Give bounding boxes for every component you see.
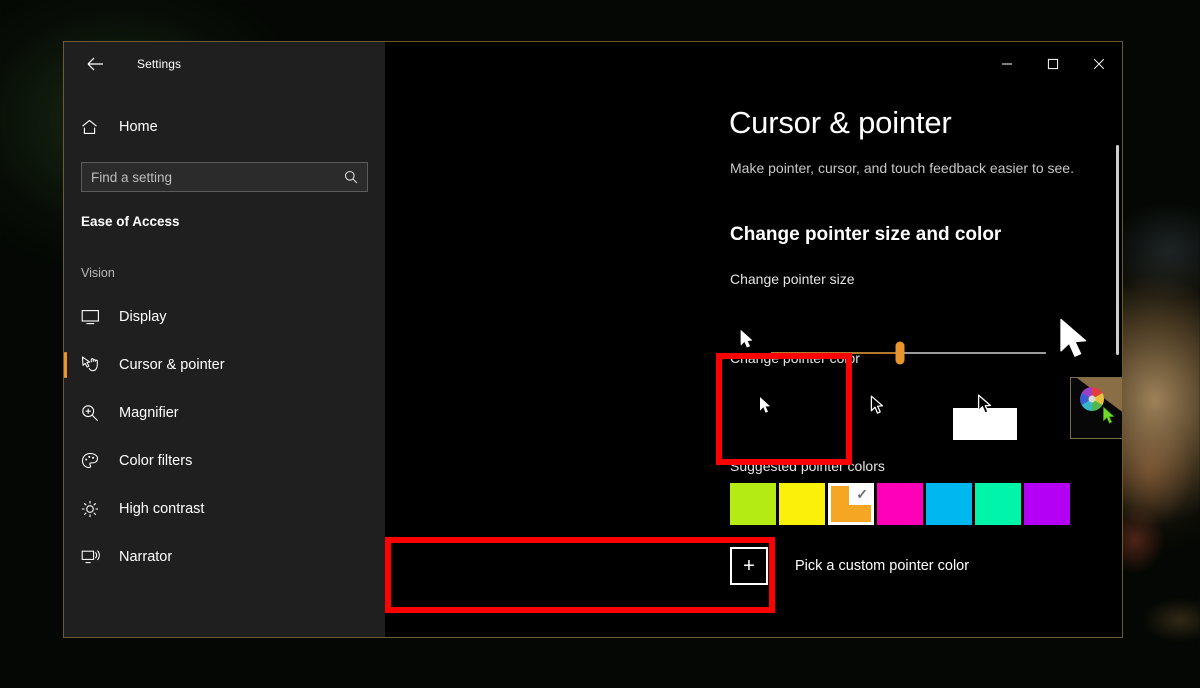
sidebar-item-display[interactable]: Display — [64, 293, 385, 341]
sidebar-item-magnifier[interactable]: Magnifier — [64, 389, 385, 437]
swatch-amber[interactable]: ✓ — [828, 483, 874, 525]
cursor-pointer-icon — [81, 356, 107, 374]
swatch-magenta[interactable] — [877, 483, 923, 525]
monitor-icon — [81, 309, 107, 325]
section-heading: Change pointer size and color — [730, 224, 1002, 245]
pointer-color-option-inverted[interactable] — [953, 376, 1017, 440]
sidebar-item-cursor-pointer-label: Cursor & pointer — [119, 357, 225, 373]
settings-content: Cursor & pointer Make pointer, cursor, a… — [729, 42, 1122, 637]
sidebar-item-cursor-pointer[interactable]: Cursor & pointer — [64, 341, 385, 389]
content-pane: Cursor & pointer Make pointer, cursor, a… — [385, 42, 1122, 637]
pointer-color-label: Change pointer color — [730, 350, 860, 366]
sidebar-item-narrator-label: Narrator — [119, 549, 173, 565]
suggested-colors-label: Suggested pointer colors — [730, 458, 885, 474]
navigation-pane: Settings Home Ease of Access Vision — [64, 42, 385, 637]
sidebar-item-display-label: Display — [119, 309, 167, 325]
color-wheel-icon — [1080, 387, 1104, 411]
magnifier-icon — [81, 404, 107, 422]
content-scrollbar-thumb[interactable] — [1116, 145, 1119, 355]
page-subtitle: Make pointer, cursor, and touch feedback… — [730, 160, 1074, 176]
search-box[interactable] — [81, 162, 368, 192]
suggested-colors-row: ✓ — [730, 483, 1070, 525]
swatch-yellow[interactable] — [779, 483, 825, 525]
sidebar-item-high-contrast[interactable]: High contrast — [64, 485, 385, 533]
swatch-spring-green[interactable] — [975, 483, 1021, 525]
window-titlebar-left: Settings — [64, 42, 385, 86]
pointer-size-label: Change pointer size — [730, 271, 855, 287]
narrator-icon — [81, 549, 107, 566]
swatch-purple[interactable] — [1024, 483, 1070, 525]
home-icon — [81, 119, 107, 135]
inverted-cursor-icon — [977, 394, 993, 422]
swatch-lime-green[interactable] — [730, 483, 776, 525]
pick-custom-pointer-color-button[interactable]: + Pick a custom pointer color — [730, 543, 969, 589]
plus-icon: + — [730, 547, 768, 585]
pointer-size-slider-group — [729, 300, 1099, 365]
search-icon — [344, 170, 358, 184]
sidebar-item-home-label: Home — [119, 119, 158, 135]
sidebar-item-magnifier-label: Magnifier — [119, 405, 179, 421]
palette-icon — [81, 452, 107, 470]
slider-thumb[interactable] — [895, 341, 905, 365]
filled-cursor-icon — [759, 396, 772, 420]
category-title: Ease of Access — [81, 214, 180, 229]
swatch-check-icon: ✓ — [856, 486, 868, 502]
back-button[interactable] — [80, 49, 110, 79]
sidebar-item-color-filters-label: Color filters — [119, 453, 193, 469]
pointer-color-option-black[interactable] — [841, 372, 913, 444]
page-title: Cursor & pointer — [729, 105, 952, 140]
sidebar-group-label: Vision — [81, 266, 115, 280]
sidebar-nav-list: Display Cursor & pointer Magnifier Color… — [64, 293, 385, 581]
app-title: Settings — [137, 57, 182, 71]
swatch-azure-blue[interactable] — [926, 483, 972, 525]
sidebar-item-home[interactable]: Home — [64, 109, 385, 145]
sun-icon — [81, 500, 107, 518]
search-input[interactable] — [82, 163, 367, 191]
sidebar-item-narrator[interactable]: Narrator — [64, 533, 385, 581]
large-cursor-icon — [1059, 318, 1091, 367]
sidebar-item-high-contrast-label: High contrast — [119, 501, 205, 517]
pick-custom-pointer-color-label: Pick a custom pointer color — [795, 558, 970, 574]
sidebar-item-color-filters[interactable]: Color filters — [64, 437, 385, 485]
outline-cursor-icon — [870, 395, 885, 421]
settings-window: Settings Home Ease of Access Vision — [63, 41, 1123, 638]
pointer-color-options: ✔ — [729, 372, 1122, 444]
pointer-color-option-white[interactable] — [729, 372, 801, 444]
